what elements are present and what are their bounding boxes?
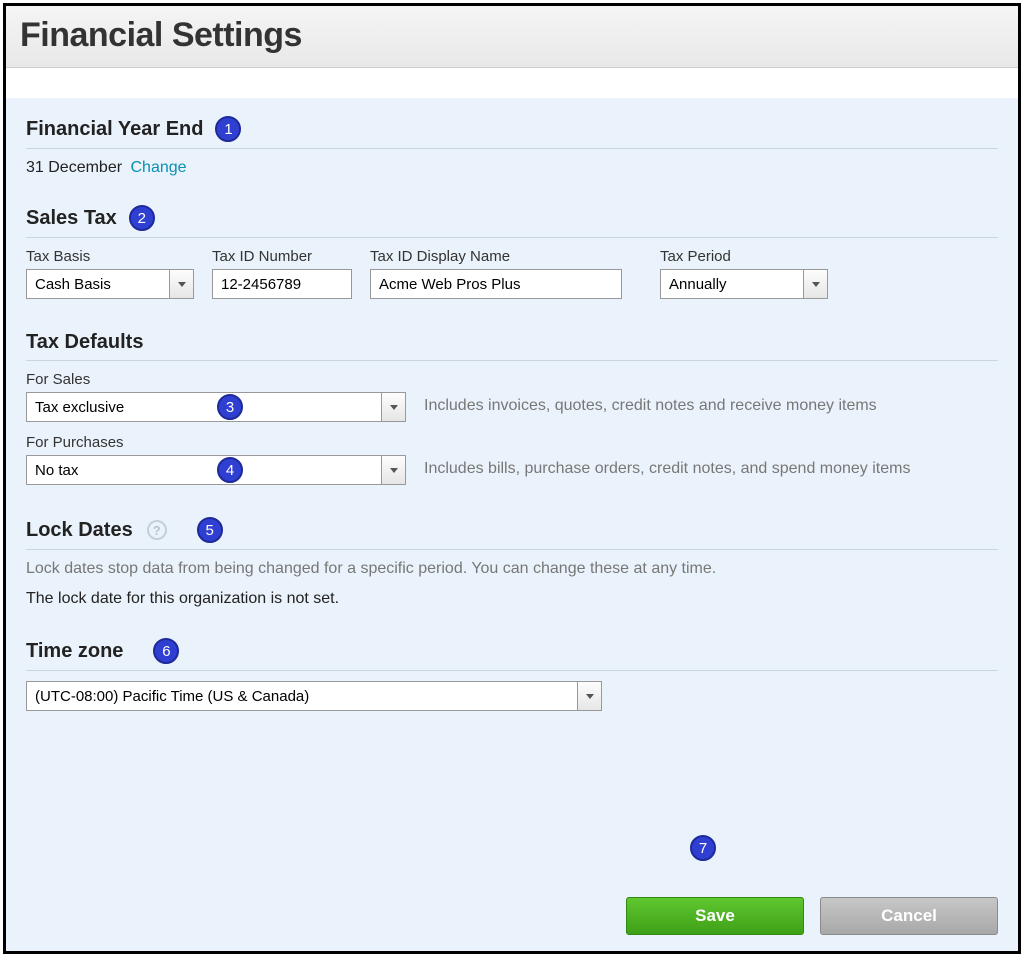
tax-basis-value: Cash Basis [27,270,169,298]
for-purchases-description: Includes bills, purchase orders, credit … [424,460,910,478]
fye-value-row: 31 December Change [26,159,998,177]
for-purchases-select[interactable]: No tax 4 [26,455,406,485]
for-sales-label: For Sales [26,371,406,388]
tax-id-display-input[interactable] [379,276,613,293]
annotation-badge-4: 4 [217,457,243,483]
tax-id-number-input-wrap [212,269,352,299]
sales-tax-heading: Sales Tax [26,207,117,230]
tax-id-display-input-wrap [370,269,622,299]
annotation-badge-1: 1 [215,116,241,142]
tax-id-display-label: Tax ID Display Name [370,248,622,265]
for-sales-description: Includes invoices, quotes, credit notes … [424,397,877,415]
chevron-down-icon [169,270,193,298]
sales-tax-fields: Tax Basis Cash Basis Tax ID Number Tax I… [26,248,998,299]
annotation-badge-7: 7 [690,835,716,861]
section-lock-dates: Lock Dates ? 5 [26,517,998,550]
title-bar: Financial Settings [6,6,1018,68]
annotation-badge-6: 6 [153,638,179,664]
lock-dates-heading: Lock Dates [26,519,133,542]
tax-id-number-input[interactable] [221,276,343,293]
section-sales-tax: Sales Tax 2 [26,205,998,238]
annotation-badge-3: 3 [217,394,243,420]
cancel-button[interactable]: Cancel [820,897,998,935]
time-zone-value: (UTC-08:00) Pacific Time (US & Canada) [27,682,577,710]
section-financial-year-end: Financial Year End 1 [26,116,998,149]
tax-period-value: Annually [661,270,803,298]
tax-defaults-heading: Tax Defaults [26,331,143,354]
time-zone-heading: Time zone [26,640,123,663]
fye-heading: Financial Year End [26,118,203,141]
tax-basis-label: Tax Basis [26,248,194,265]
save-button[interactable]: Save [626,897,804,935]
tax-period-label: Tax Period [660,248,828,265]
for-sales-select[interactable]: Tax exclusive 3 [26,392,406,422]
tax-period-select[interactable]: Annually [660,269,828,299]
for-purchases-label: For Purchases [26,434,406,451]
lock-dates-description: Lock dates stop data from being changed … [26,560,998,578]
chevron-down-icon [803,270,827,298]
spacer [6,68,1018,98]
page-title: Financial Settings [20,16,1004,55]
time-zone-select[interactable]: (UTC-08:00) Pacific Time (US & Canada) [26,681,602,711]
tax-basis-select[interactable]: Cash Basis [26,269,194,299]
lock-dates-status: The lock date for this organization is n… [26,590,998,608]
chevron-down-icon [577,682,601,710]
settings-form: Financial Year End 1 31 December Change … [6,98,1018,883]
tax-id-number-label: Tax ID Number [212,248,352,265]
fye-change-link[interactable]: Change [131,159,187,176]
footer-actions: 7 Save Cancel [6,883,1018,951]
chevron-down-icon [381,456,405,484]
fye-date: 31 December [26,159,122,176]
help-icon[interactable]: ? [147,520,167,540]
section-time-zone: Time zone 6 [26,638,998,671]
chevron-down-icon [381,393,405,421]
annotation-badge-2: 2 [129,205,155,231]
for-sales-value: Tax exclusive [27,393,381,421]
annotation-badge-5: 5 [197,517,223,543]
for-purchases-value: No tax [27,456,381,484]
section-tax-defaults: Tax Defaults [26,331,998,361]
